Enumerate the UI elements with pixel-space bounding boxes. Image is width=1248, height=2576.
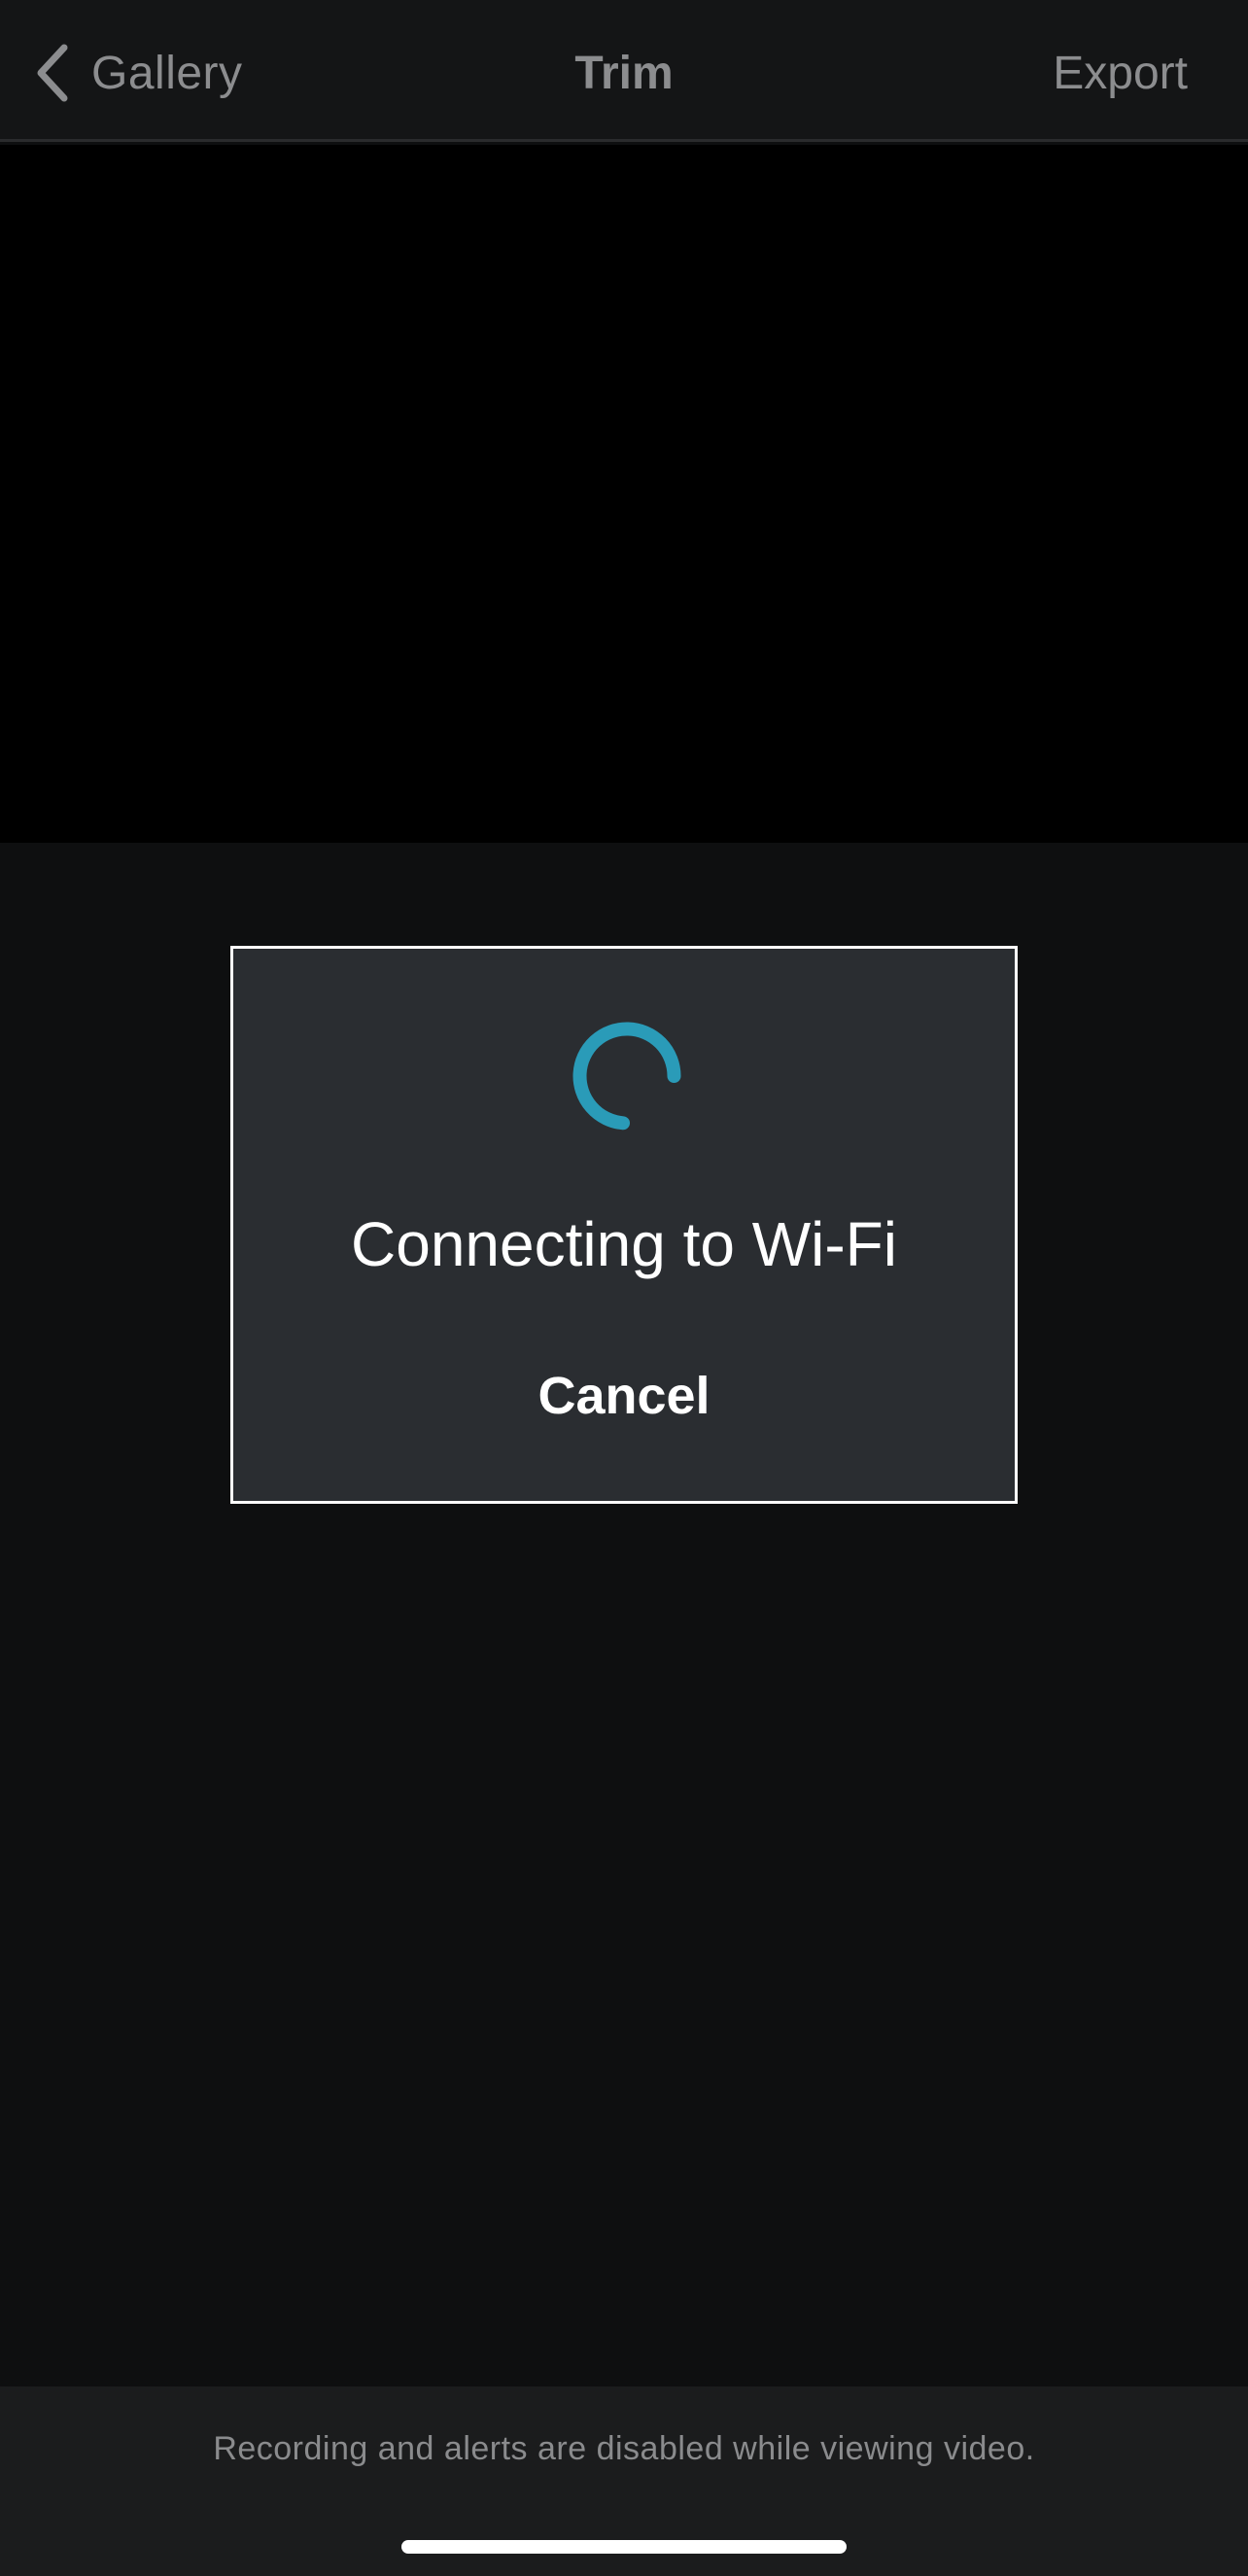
status-note: Recording and alerts are disabled while …: [213, 2430, 1035, 2467]
connecting-dialog: Connecting to Wi-Fi Cancel: [230, 946, 1018, 1504]
navigation-bar: Gallery Trim Export: [0, 0, 1248, 142]
export-button[interactable]: Export: [1053, 47, 1188, 100]
home-indicator[interactable]: [401, 2540, 847, 2554]
cancel-button[interactable]: Cancel: [233, 1370, 1015, 1422]
dialog-message: Connecting to Wi-Fi: [351, 1209, 897, 1279]
video-player-area: [0, 145, 1248, 843]
loading-spinner-icon: [572, 1022, 681, 1131]
footer-bar: Recording and alerts are disabled while …: [0, 2386, 1248, 2576]
